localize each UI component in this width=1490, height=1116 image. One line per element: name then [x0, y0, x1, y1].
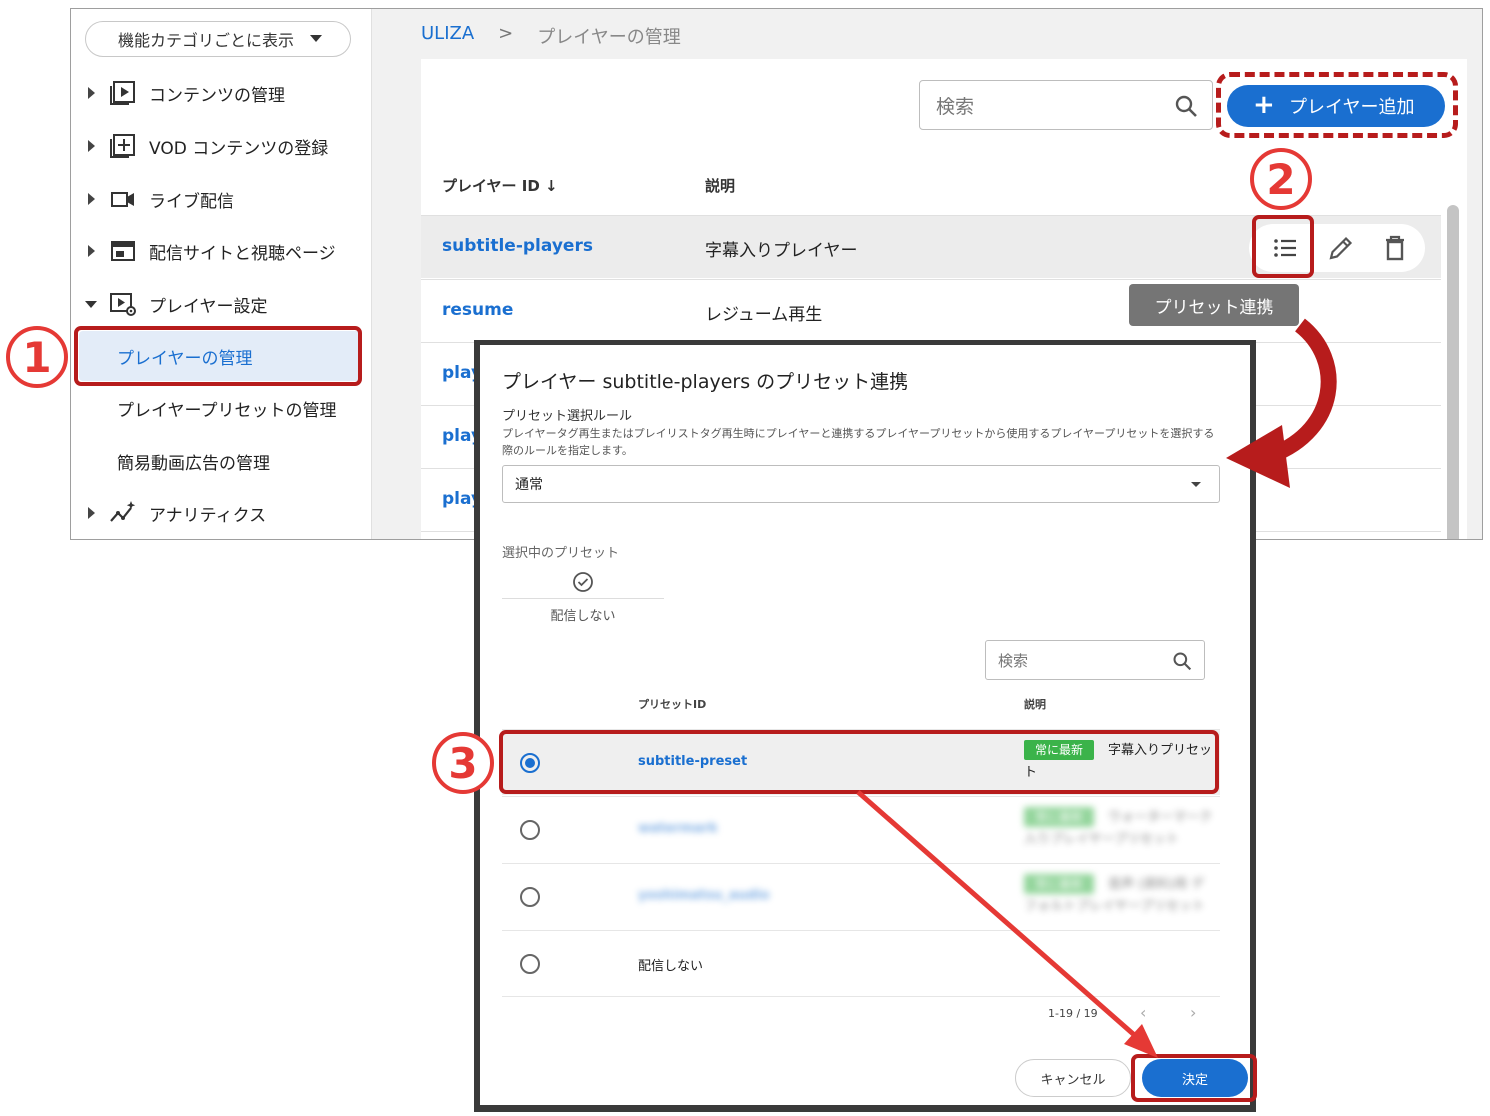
sidebar-item-analytics[interactable]: アナリティクス	[71, 489, 371, 537]
search-icon	[1173, 652, 1192, 671]
player-id-link[interactable]: resume	[442, 300, 513, 320]
breadcrumb-current: プレイヤーの管理	[537, 27, 681, 48]
selected-preset-label: 選択中のプリセット	[502, 546, 620, 561]
preset-link-dialog: プレイヤー subtitle-players のプリセット連携 プリセット選択ル…	[480, 345, 1250, 1105]
sidebar-item-contents[interactable]: コンテンツの管理	[71, 69, 371, 117]
sidebar-item-label: プレイヤー設定	[149, 296, 268, 317]
preset-link-tooltip: プリセット連携	[1129, 284, 1299, 326]
radio-unselected[interactable]	[520, 887, 540, 907]
always-latest-badge: 常に最新	[1024, 874, 1095, 894]
sort-arrow-icon: ↓	[545, 177, 558, 195]
column-header-description: 説明	[705, 177, 736, 195]
add-library-icon	[110, 134, 135, 158]
sidebar-subitem-video-ads[interactable]: 簡易動画広告の管理	[79, 436, 361, 486]
player-settings-icon	[110, 293, 136, 316]
caret-down-icon	[310, 35, 322, 42]
preset-id-link[interactable]: watermark	[638, 821, 718, 836]
highlight-box-step2	[1252, 215, 1314, 278]
sidebar-item-sites[interactable]: 配信サイトと視聴ページ	[71, 227, 371, 275]
step-number-badge: 2	[1250, 148, 1312, 210]
player-id-link[interactable]: subtitle-players	[442, 236, 593, 256]
chevron-left-icon[interactable]: ‹	[1140, 1003, 1146, 1022]
selected-preset-value: 配信しない	[550, 609, 616, 624]
divider	[502, 598, 664, 599]
preset-id-link[interactable]: yoshimatsu_audio	[638, 888, 770, 903]
always-latest-badge: 常に最新	[1024, 807, 1095, 827]
breadcrumb: ULIZA > プレイヤーの管理	[421, 23, 681, 49]
preset-row[interactable]: yoshimatsu_audio 音声 (資料)用 デフォルトプレイヤープリセッ…	[502, 863, 1220, 929]
preset-rule-select[interactable]: 通常	[502, 465, 1220, 503]
preset-rule-value: 通常	[515, 477, 543, 493]
sidebar-item-label: ライブ配信	[149, 191, 234, 212]
preset-row[interactable]: 配信しない	[502, 930, 1220, 996]
sidebar-item-label: VOD コンテンツの登録	[149, 138, 329, 159]
expand-arrow-icon[interactable]	[88, 245, 95, 257]
chevron-right-icon[interactable]: ›	[1190, 1003, 1196, 1022]
dialog-title: プレイヤー subtitle-players のプリセット連携	[502, 371, 909, 393]
sidebar: 機能カテゴリごとに表示 コンテンツの管理 VOD コンテンツの登録 ライブ配信 …	[71, 9, 371, 539]
cancel-button[interactable]: キャンセル	[1015, 1059, 1131, 1097]
preset-rule-label: プリセット選択ルール	[502, 409, 633, 424]
player-description: レジューム再生	[705, 305, 823, 325]
sidebar-divider	[371, 9, 399, 539]
breadcrumb-root-link[interactable]: ULIZA	[421, 23, 474, 49]
check-circle-icon	[573, 572, 593, 592]
expand-arrow-icon[interactable]	[88, 140, 95, 152]
view-mode-dropdown[interactable]: 機能カテゴリごとに表示	[85, 21, 351, 57]
highlight-box-step3	[499, 730, 1219, 794]
analytics-sparkle-icon	[110, 501, 136, 522]
highlight-box-confirm	[1131, 1054, 1257, 1102]
play-library-icon	[110, 81, 135, 105]
search-placeholder: 検索	[998, 651, 1029, 670]
sidebar-item-label: アナリティクス	[149, 505, 267, 526]
breadcrumb-separator: >	[498, 23, 514, 44]
preset-id: 配信しない	[638, 959, 704, 974]
sidebar-item-label: コンテンツの管理	[149, 85, 285, 106]
radio-unselected[interactable]	[520, 954, 540, 974]
radio-unselected[interactable]	[520, 820, 540, 840]
search-icon	[1175, 95, 1197, 117]
preset-rule-help: プレイヤータグ再生またはプレイリストタグ再生時にプレイヤーと連携するプレイヤープ…	[502, 427, 1215, 457]
collapse-arrow-icon[interactable]	[85, 300, 97, 308]
list-scrollbar[interactable]	[1447, 205, 1459, 539]
column-header-player-id[interactable]: プレイヤー ID ↓	[442, 175, 558, 196]
highlight-box-step1	[74, 326, 362, 386]
player-description: 字幕入りプレイヤー	[705, 241, 858, 261]
caret-down-icon	[1191, 482, 1201, 487]
pagination-range: 1-19 / 19	[1048, 1007, 1098, 1020]
edit-pencil-icon[interactable]	[1327, 234, 1355, 262]
web-page-icon	[111, 241, 135, 261]
expand-arrow-icon[interactable]	[88, 87, 95, 99]
step-number-badge: 1	[6, 326, 68, 388]
expand-arrow-icon[interactable]	[88, 193, 95, 205]
expand-arrow-icon[interactable]	[88, 507, 95, 519]
videocam-icon	[111, 192, 134, 207]
column-header-preset-id: プリセットID	[638, 698, 707, 711]
sidebar-item-player-settings[interactable]: プレイヤー設定	[71, 280, 371, 328]
delete-trash-icon[interactable]	[1381, 234, 1409, 262]
step-number-badge: 3	[432, 732, 494, 794]
highlight-box-add-button	[1216, 72, 1458, 138]
preset-search-input[interactable]: 検索	[985, 640, 1205, 680]
sidebar-item-label: 配信サイトと視聴ページ	[149, 243, 336, 264]
player-search-input[interactable]: 検索	[919, 80, 1213, 130]
sidebar-item-live[interactable]: ライブ配信	[71, 175, 371, 223]
view-mode-label: 機能カテゴリごとに表示	[118, 31, 295, 50]
sidebar-subitem-player-presets[interactable]: プレイヤープリセットの管理	[79, 383, 361, 433]
sidebar-item-vod-register[interactable]: VOD コンテンツの登録	[71, 122, 371, 170]
preset-row[interactable]: watermark ウォーターマーク入りプレイヤープリセット 常に最新	[502, 796, 1220, 862]
column-header-label: プレイヤー ID	[442, 177, 540, 195]
column-header-description: 説明	[1024, 698, 1046, 711]
divider	[502, 996, 1220, 997]
search-placeholder: 検索	[936, 95, 975, 118]
